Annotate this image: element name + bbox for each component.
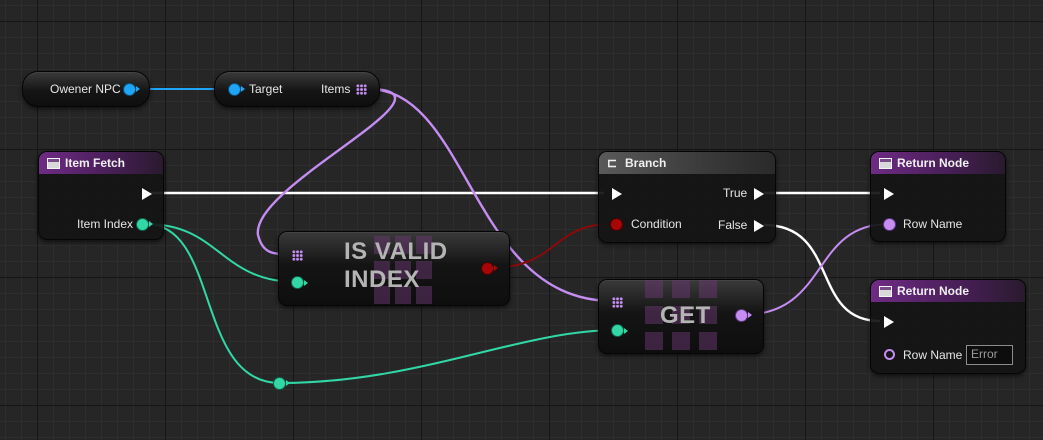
owener-npc-output-pin[interactable] [124, 84, 135, 95]
false-exec-output-pin[interactable] [754, 220, 764, 232]
item-fetch-exec-output-pin[interactable] [142, 188, 152, 200]
branch-node[interactable]: ⊏ Branch True Condition False [598, 151, 776, 243]
is-valid-index-input-pin[interactable] [292, 277, 303, 288]
get-array-input-pin[interactable] [612, 297, 623, 308]
item-fetch-header: Item Fetch [39, 152, 163, 174]
target-label: Target [249, 82, 283, 96]
item-index-label: Item Index [77, 217, 134, 231]
get-title: GET [660, 302, 711, 329]
get-index-input-pin[interactable] [612, 325, 623, 336]
branch-header: ⊏ Branch [599, 152, 775, 174]
owener-npc-variable-node[interactable]: Owener NPC [22, 71, 150, 107]
pin-arrow-icon [748, 312, 752, 318]
branch-icon: ⊏ [607, 156, 618, 170]
get-node[interactable]: GET [598, 279, 764, 354]
false-label: False [718, 218, 748, 232]
function-icon [47, 157, 60, 169]
branch-exec-input-pin[interactable] [612, 188, 622, 200]
item-fetch-node[interactable]: Item Fetch Item Index [38, 151, 164, 240]
pin-arrow-icon [304, 280, 308, 286]
pin-arrow-icon [286, 380, 290, 386]
pin-arrow-icon [136, 86, 140, 92]
return-node-1-row-name-label: Row Name [903, 217, 963, 231]
pin-arrow-icon [149, 221, 153, 227]
row-name-value-field[interactable]: Error [966, 345, 1013, 365]
return-node-1-header: Return Node [871, 152, 1005, 174]
target-input-pin[interactable] [229, 84, 240, 95]
item-fetch-title: Item Fetch [65, 156, 126, 170]
true-exec-output-pin[interactable] [754, 188, 764, 200]
condition-label: Condition [631, 217, 682, 231]
item-index-output-pin[interactable] [137, 219, 148, 230]
items-label: Items [321, 82, 351, 96]
is-valid-array-input-pin[interactable] [292, 250, 303, 261]
pin-arrow-icon [241, 86, 245, 92]
get-output-pin[interactable] [736, 310, 747, 321]
return-node-1-title: Return Node [897, 156, 969, 170]
get-items-node[interactable]: Target Items [214, 71, 380, 107]
is-valid-title-line-2: INDEX [344, 266, 420, 293]
function-icon [879, 157, 892, 169]
return-node-2-header: Return Node [871, 280, 1025, 302]
items-array-output-pin[interactable] [356, 84, 367, 95]
branch-title: Branch [625, 156, 667, 170]
return-node-1-row-name-pin[interactable] [884, 219, 895, 230]
return-node-2[interactable]: Return Node Row Name Error [870, 279, 1026, 374]
return-node-2-exec-input-pin[interactable] [884, 316, 894, 328]
function-icon [879, 285, 892, 297]
true-label: True [723, 186, 748, 200]
reroute-knot[interactable] [274, 378, 285, 389]
return-node-2-title: Return Node [897, 284, 969, 298]
return-node-1[interactable]: Return Node Row Name [870, 151, 1006, 242]
return-node-2-row-name-label: Row Name [903, 348, 963, 362]
return-node-2-row-name-pin[interactable] [884, 349, 895, 360]
array-wire-items-isvalid [256, 87, 397, 256]
owener-npc-label: Owener NPC [50, 82, 121, 96]
is-valid-bool-output-pin[interactable] [482, 263, 493, 274]
pin-arrow-icon [494, 265, 498, 271]
is-valid-title-line-1: IS VALID [344, 238, 448, 265]
condition-input-pin[interactable] [611, 219, 622, 230]
pin-arrow-icon [624, 328, 628, 334]
is-valid-index-node[interactable]: IS VALID INDEX [278, 231, 510, 306]
is-valid-index-title: IS VALID INDEX [344, 238, 448, 294]
int-wire-reroute-get [279, 329, 618, 384]
return-node-1-exec-input-pin[interactable] [884, 188, 894, 200]
